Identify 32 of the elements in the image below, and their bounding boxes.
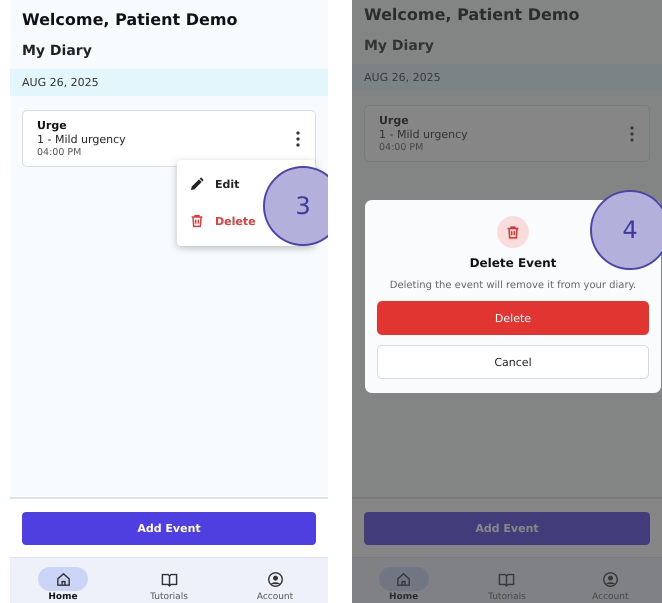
home-icon bbox=[54, 570, 72, 588]
dialog-title: Delete Event bbox=[470, 256, 556, 270]
event-title: Urge bbox=[37, 119, 68, 132]
diary-title: My Diary bbox=[363, 37, 435, 56]
event-detail: 1 - Mild urgency bbox=[379, 128, 469, 141]
date-header: AUG 26, 2025 bbox=[10, 69, 328, 96]
welcome-heading: Welcome, Patient Demo bbox=[363, 4, 581, 24]
nav-tab[interactable]: Account bbox=[250, 567, 300, 602]
event-card[interactable]: Urge 1 - Mild urgency 04:00 PM bbox=[22, 110, 316, 167]
event-time: 04:00 PM bbox=[379, 142, 424, 153]
add-event-button[interactable]: Add Event bbox=[22, 512, 316, 545]
trash-icon bbox=[189, 212, 205, 230]
pencil-icon bbox=[189, 176, 205, 192]
event-detail: 1 - Mild urgency bbox=[37, 133, 127, 146]
diary-title: My Diary bbox=[21, 42, 93, 61]
menu-item[interactable]: Delete bbox=[177, 202, 258, 240]
step-number-circle: 4 bbox=[590, 190, 662, 270]
account-icon bbox=[602, 570, 619, 588]
welcome-heading: Welcome, Patient Demo bbox=[21, 9, 239, 29]
event-card[interactable]: Urge 1 - Mild urgency 04:00 PM bbox=[364, 105, 650, 162]
home-icon bbox=[395, 570, 412, 588]
trash-icon bbox=[505, 224, 521, 240]
event-title: Urge bbox=[379, 114, 410, 127]
account-icon bbox=[266, 570, 284, 588]
dialog-message: Deleting the event will remove it from your diary. bbox=[390, 280, 636, 291]
date-header: AUG 26, 2025 bbox=[352, 64, 662, 91]
cancel-button[interactable]: Cancel bbox=[377, 345, 649, 379]
delete-button[interactable]: Delete bbox=[377, 301, 649, 335]
event-time: 04:00 PM bbox=[37, 147, 82, 158]
more-options-icon[interactable] bbox=[295, 130, 301, 146]
nav-tab[interactable]: Tutorials bbox=[144, 567, 194, 602]
menu-item[interactable]: Edit bbox=[177, 166, 242, 202]
